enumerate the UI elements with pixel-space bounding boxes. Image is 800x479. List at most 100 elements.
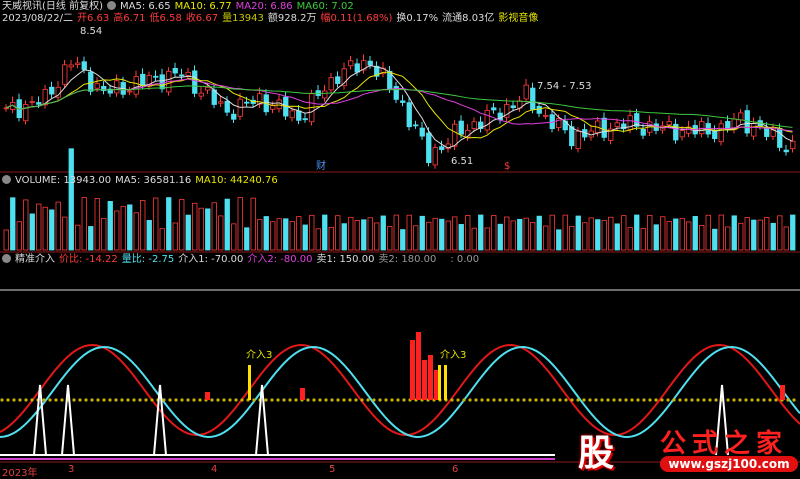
baseline-dot	[264, 398, 268, 402]
candle	[68, 64, 74, 68]
baseline-dot	[108, 398, 112, 402]
baseline-dot	[540, 398, 544, 402]
candle	[114, 80, 120, 94]
candle	[751, 123, 757, 137]
signal-bar	[428, 355, 433, 400]
high-value: 8.54	[80, 26, 103, 37]
baseline-dot	[54, 398, 58, 402]
baseline-dot	[378, 398, 382, 402]
candle	[205, 86, 211, 91]
candle	[666, 121, 672, 126]
candle	[231, 113, 237, 120]
candle	[419, 127, 425, 137]
range-value: 7.54 - 7.53	[537, 81, 592, 92]
volume-bar	[309, 214, 315, 251]
volume-bar	[595, 219, 601, 251]
baseline-dot	[330, 398, 334, 402]
volume-bar	[452, 216, 458, 251]
baseline-dot	[372, 398, 376, 402]
baseline-dot	[216, 398, 220, 402]
candle	[575, 130, 581, 149]
volume-bar	[536, 215, 542, 251]
entry1: 介入1: -70.00	[178, 254, 244, 265]
volume-bar	[699, 224, 705, 251]
volume-bar	[133, 212, 139, 251]
candle	[699, 121, 705, 135]
volume-bar	[42, 206, 48, 251]
volume-bar	[725, 226, 731, 251]
candle	[49, 86, 55, 95]
baseline-dot	[360, 398, 364, 402]
baseline-dot	[690, 398, 694, 402]
baseline-dot	[234, 398, 238, 402]
volume-dropdown-icon[interactable]	[2, 175, 11, 184]
candle	[523, 84, 529, 100]
entry3-bar	[444, 365, 447, 400]
candle	[614, 122, 620, 127]
chart-canvas[interactable]	[0, 0, 800, 477]
extra-value: : 0.00	[450, 254, 480, 265]
candle	[712, 130, 718, 140]
indicator-name[interactable]: 精准介入	[15, 254, 55, 265]
volume-bar	[270, 221, 276, 251]
signal-bar	[205, 392, 210, 400]
baseline-dot	[90, 398, 94, 402]
baseline-dot	[342, 398, 346, 402]
baseline-dot	[150, 398, 154, 402]
baseline-dot	[714, 398, 718, 402]
baseline-dot	[72, 398, 76, 402]
volume-bar	[647, 214, 653, 251]
baseline-dot	[192, 398, 196, 402]
volume-bar	[517, 218, 523, 251]
baseline-dot	[210, 398, 214, 402]
volume-ratio: 量比: -2.75	[121, 254, 175, 265]
baseline-dot	[396, 398, 400, 402]
candle	[725, 121, 731, 130]
volume-bar	[530, 222, 536, 251]
baseline-dot	[174, 398, 178, 402]
volume-bar	[484, 227, 490, 251]
baseline-dot	[480, 398, 484, 402]
baseline-dot	[12, 398, 16, 402]
entry3-bar	[438, 365, 441, 400]
volume-bar	[361, 219, 367, 251]
quote-close: 收6.67	[185, 13, 219, 24]
baseline-dot	[366, 398, 370, 402]
baseline-dot	[636, 398, 640, 402]
volume-bar	[88, 226, 94, 251]
axis-month-5: 5	[329, 464, 336, 475]
baseline-dot	[252, 398, 256, 402]
baseline-dot	[504, 398, 508, 402]
volume-bar	[562, 214, 568, 251]
low-annotation: 6.51	[451, 156, 477, 168]
volume-bar	[211, 202, 217, 251]
volume-bar	[296, 216, 302, 251]
volume-bar	[679, 218, 685, 251]
baseline-dot	[42, 398, 46, 402]
candle	[198, 92, 204, 97]
candle	[400, 100, 406, 103]
baseline-dot	[96, 398, 100, 402]
volume-bar	[153, 197, 159, 251]
finance-marker[interactable]: 财	[316, 161, 326, 173]
baseline-dot	[516, 398, 520, 402]
baseline-dot	[390, 398, 394, 402]
baseline-dot	[240, 398, 244, 402]
candle	[640, 128, 646, 136]
baseline-dot	[312, 398, 316, 402]
candle	[127, 90, 133, 93]
volume-bar	[419, 215, 425, 251]
volume-bar	[114, 210, 120, 251]
baseline-dot	[276, 398, 280, 402]
dividend-marker[interactable]: $	[504, 161, 510, 173]
settings-dropdown-icon[interactable]	[106, 1, 116, 10]
volume-bar	[127, 204, 133, 251]
baseline-dot	[348, 398, 352, 402]
baseline-dot	[696, 398, 700, 402]
volume-bar	[237, 197, 243, 251]
quote-industry-tag[interactable]: 影视音像	[498, 13, 538, 24]
indicator-dropdown-icon[interactable]	[2, 254, 11, 263]
baseline-dot	[282, 398, 286, 402]
baseline-dot	[648, 398, 652, 402]
baseline-dot	[336, 398, 340, 402]
